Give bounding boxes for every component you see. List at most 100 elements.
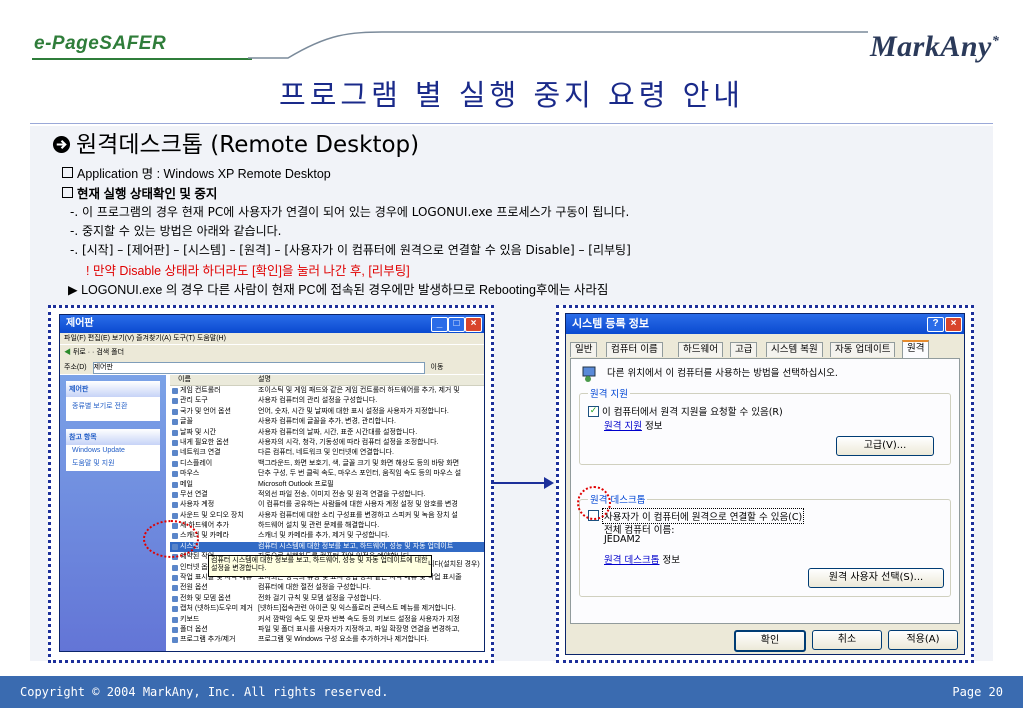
- maximize-button[interactable]: □: [448, 317, 465, 332]
- switch-view-link[interactable]: 종류별 보기로 전환: [66, 397, 160, 415]
- control-panel-screenshot: 제어판 _ □ × 파일(F) 편집(E) 보기(V) 즐겨찾기(A) 도구(T…: [48, 305, 494, 663]
- ok-button[interactable]: 확인: [734, 630, 806, 652]
- row-description: 컴퓨터 시스템에 대한 정보를 보고, 하드웨어, 성능 및 자동 업데이트: [258, 542, 454, 550]
- remote-desktop-link[interactable]: 원격 데스크톱: [604, 555, 659, 566]
- menu-bar[interactable]: 파일(F) 편집(E) 보기(V) 즐겨찾기(A) 도구(T) 도움말(H): [60, 333, 484, 344]
- tab-advanced[interactable]: 고급: [730, 342, 758, 357]
- remote-assistance-link[interactable]: 원격 지원: [604, 421, 642, 432]
- row-description: 단추 구성, 두 번 클릭 속도, 마우스 포인터, 움직임 속도 등의 마우스…: [258, 470, 462, 478]
- table-row[interactable]: 게임 컨트롤러 조이스틱 및 게임 패드와 같은 게임 컨트롤러 하드웨어를 추가…: [170, 386, 484, 396]
- app-line-text: Application 명 : Windows XP Remote Deskto…: [77, 167, 331, 181]
- apply-button[interactable]: 적용(A): [888, 630, 958, 650]
- row-description: 이 컴퓨터를 공유하는 사람들에 대한 사용자 계정 설정 및 암호를 변경: [258, 501, 458, 509]
- toolbar: ◀ 뒤로 · · 검색 폴더: [60, 344, 484, 361]
- control-panel-item-icon: [172, 595, 178, 602]
- tab-system-restore[interactable]: 시스템 복원: [766, 342, 823, 357]
- tab-automatic-updates[interactable]: 자동 업데이트: [830, 342, 896, 357]
- table-row[interactable]: 스캐너 및 카메라 스캐너 및 카메라를 추가, 제거 및 구성합니다.: [170, 531, 484, 541]
- brand-underline: [32, 58, 252, 60]
- table-row[interactable]: 전원 옵션 컴퓨터에 대한 절전 설정을 구성합니다.: [170, 583, 484, 593]
- control-panel-item-icon: [172, 481, 178, 488]
- highlight-circle: [577, 486, 611, 520]
- remote-assistance-checkbox[interactable]: ✓: [588, 406, 599, 417]
- table-row[interactable]: 전화 및 모뎀 옵션 전화 걸기 규칙 및 모뎀 설정을 구성합니다.: [170, 594, 484, 604]
- list-rows: 게임 컨트롤러 조이스틱 및 게임 패드와 같은 게임 컨트롤러 하드웨어를 추가…: [170, 386, 484, 646]
- close-button[interactable]: ×: [465, 317, 482, 332]
- logo-mark: *: [991, 34, 1000, 49]
- desc-line-1: -. 이 프로그램의 경우 현재 PC에 사용자가 연결이 되어 있는 경우에 …: [70, 205, 630, 219]
- control-panel-item-icon: [172, 512, 178, 519]
- table-row[interactable]: 무선 연결 적외선 파일 전송, 이미지 전송 및 원격 연결을 구성합니다.: [170, 490, 484, 500]
- table-row[interactable]: 관리 도구 사용자 컴퓨터의 관리 설정을 구성합니다.: [170, 396, 484, 406]
- row-description: 하드웨어 설치 및 관련 문제를 해결합니다.: [258, 522, 380, 530]
- table-row[interactable]: 네트워크 연결 다른 컴퓨터, 네트워크 및 인터넷에 연결합니다.: [170, 448, 484, 458]
- table-row[interactable]: 폴더 옵션 파일 및 폴더 표시를 사용자가 지정하고, 파일 확장명 연결을 변…: [170, 625, 484, 635]
- logo-text: MarkAny: [870, 30, 992, 63]
- back-icon[interactable]: ◀: [64, 349, 71, 356]
- address-input[interactable]: 제어판: [92, 362, 425, 374]
- tab-general[interactable]: 일반: [570, 342, 598, 357]
- windows-update-link[interactable]: Windows Update: [66, 445, 160, 456]
- app-line: Application 명 : Windows XP Remote Deskto…: [62, 163, 331, 182]
- row-name: 프로그램 추가/제거: [180, 636, 236, 644]
- row-description: 전화 걸기 규칙 및 모뎀 설정을 구성합니다.: [258, 594, 382, 602]
- row-description: 언어, 숫자, 시간 및 날짜에 대한 표시 설정을 사용자가 지정합니다.: [258, 407, 449, 415]
- help-support-link[interactable]: 도움말 및 지원: [66, 456, 160, 470]
- row-description: 커서 깜박임 속도 및 문자 반복 속도 등의 키보드 설정을 사용자가 지정: [258, 615, 460, 623]
- go-button[interactable]: 이동: [431, 364, 444, 371]
- tab-hardware[interactable]: 하드웨어: [678, 342, 723, 357]
- row-description: Microsoft Outlook 프로필: [258, 480, 334, 488]
- warning-line: ! 만약 Disable 상태라 하더라도 [확인]을 눌러 나간 후, [리부…: [86, 264, 410, 278]
- toolbar-text[interactable]: 뒤로 · · 검색 폴더: [73, 349, 124, 356]
- footer: Copyright © 2004 MarkAny, Inc. All right…: [0, 676, 1023, 708]
- row-name: 전원 옵션: [180, 584, 208, 592]
- help-button[interactable]: ?: [927, 317, 944, 332]
- advanced-button[interactable]: 고급(V)...: [836, 436, 934, 456]
- column-description[interactable]: 설명: [258, 375, 271, 385]
- copyright: Copyright © 2004 MarkAny, Inc. All right…: [20, 685, 389, 699]
- row-description: 적외선 파일 전송, 이미지 전송 및 원격 연결을 구성합니다.: [258, 490, 426, 498]
- remote-assistance-label[interactable]: 이 컴퓨터에서 원격 지원을 요청할 수 있음(R): [602, 404, 783, 418]
- column-name[interactable]: 이름: [178, 375, 191, 385]
- close-button[interactable]: ×: [945, 317, 962, 332]
- select-remote-users-button[interactable]: 원격 사용자 선택(S)...: [808, 568, 944, 588]
- remote-desktop-info: 원격 데스크톱 정보: [604, 552, 680, 566]
- row-description: 파일 및 폴더 표시를 사용자가 지정하고, 파일 확장명 연결을 변경하고,: [258, 625, 460, 633]
- minimize-button[interactable]: _: [431, 317, 448, 332]
- control-panel-window: 제어판 _ □ × 파일(F) 편집(E) 보기(V) 즐겨찾기(A) 도구(T…: [59, 314, 485, 652]
- remote-assistance-group: 원격 지원 ✓ 이 컴퓨터에서 원격 지원을 요청할 수 있음(R) 원격 지원…: [579, 386, 951, 465]
- table-row[interactable]: 디스플레이 백그라운드, 화면 보호기, 색, 글꼴 크기 및 화면 해상도 등의…: [170, 459, 484, 469]
- row-description: 조이스틱 및 게임 패드와 같은 게임 컨트롤러 하드웨어를 추가, 제거 및: [258, 387, 460, 394]
- table-row[interactable]: 사운드 및 오디오 장치 사용자 컴퓨터에 대한 소리 구성표를 변경하고 스피커…: [170, 511, 484, 521]
- control-panel-titlebar: 제어판 _ □ ×: [60, 315, 484, 333]
- table-row[interactable]: 시스템 컴퓨터 시스템에 대한 정보를 보고, 하드웨어, 성능 및 자동 업데이…: [170, 541, 484, 553]
- remote-assistance-title: 원격 지원: [588, 386, 630, 400]
- system-properties-title: 시스템 등록 정보: [572, 318, 649, 330]
- row-name: 사용자 계정: [180, 501, 215, 509]
- table-row[interactable]: 캡처 (넷하드)도우미 제거 [넷하드]접속관련 아이콘 및 익스플로러 콘텍스트…: [170, 604, 484, 614]
- table-row[interactable]: 메일 Microsoft Outlook 프로필: [170, 480, 484, 490]
- tab-computer-name[interactable]: 컴퓨터 이름: [606, 342, 663, 357]
- section-heading: 원격데스크톱 (Remote Desktop): [52, 125, 419, 159]
- table-row[interactable]: 마우스 단추 구성, 두 번 클릭 속도, 마우스 포인터, 움직임 속도 등의 …: [170, 469, 484, 479]
- table-row[interactable]: 새 하드웨어 추가 하드웨어 설치 및 관련 문제를 해결합니다.: [170, 521, 484, 531]
- task-pane-box: 제어판 종류별 보기로 전환: [66, 381, 160, 421]
- status-heading-text: 현재 실행 상태확인 및 중지: [77, 187, 218, 201]
- table-row[interactable]: 내게 필요한 옵션 사용자의 시각, 청각, 기동성에 따라 컴퓨터 설정을 조정…: [170, 438, 484, 448]
- table-row[interactable]: 키보드 커서 깜박임 속도 및 문자 반복 속도 등의 키보드 설정을 사용자가 …: [170, 615, 484, 625]
- row-description: 다른 컴퓨터, 네트워크 및 인터넷에 연결합니다.: [258, 449, 394, 457]
- cancel-button[interactable]: 취소: [812, 630, 882, 650]
- table-row[interactable]: 국가 및 언어 옵션 언어, 숫자, 시간 및 날짜에 대한 표시 설정을 사용자…: [170, 407, 484, 417]
- control-panel-item-icon: [172, 398, 178, 405]
- tab-strip: 일반 컴퓨터 이름 하드웨어 고급 시스템 복원 자동 업데이트 원격: [570, 340, 960, 359]
- tab-remote[interactable]: 원격: [902, 340, 930, 359]
- checkbox-bullet-icon: [62, 187, 73, 198]
- page-title: 프로그램 별 실행 중지 요령 안내: [279, 78, 744, 112]
- system-properties-screenshot: 시스템 등록 정보 ? × 일반 컴퓨터 이름 하드웨어 고급 시스템 복원 자…: [556, 305, 974, 663]
- table-row[interactable]: 날짜 및 시간 사용자 컴퓨터의 날짜, 시간, 표준 시간대를 설정합니다.: [170, 428, 484, 438]
- table-row[interactable]: 글꼴 사용자 컴퓨터에 글꼴을 추가, 변경, 관리합니다.: [170, 417, 484, 427]
- table-row[interactable]: 사용자 계정 이 컴퓨터를 공유하는 사람들에 대한 사용자 계정 설정 및 암호…: [170, 500, 484, 510]
- table-row[interactable]: 프로그램 추가/제거 프로그램 및 Windows 구성 요소를 추가하거나 제거…: [170, 635, 484, 645]
- row-description: 백그라운드, 화면 보호기, 색, 글꼴 크기 및 화면 해상도 등의 바탕 화…: [258, 459, 460, 467]
- file-list: 이름 설명 게임 컨트롤러 조이스틱 및 게임 패드와 같은 게임 컨트롤러 하드…: [170, 375, 484, 651]
